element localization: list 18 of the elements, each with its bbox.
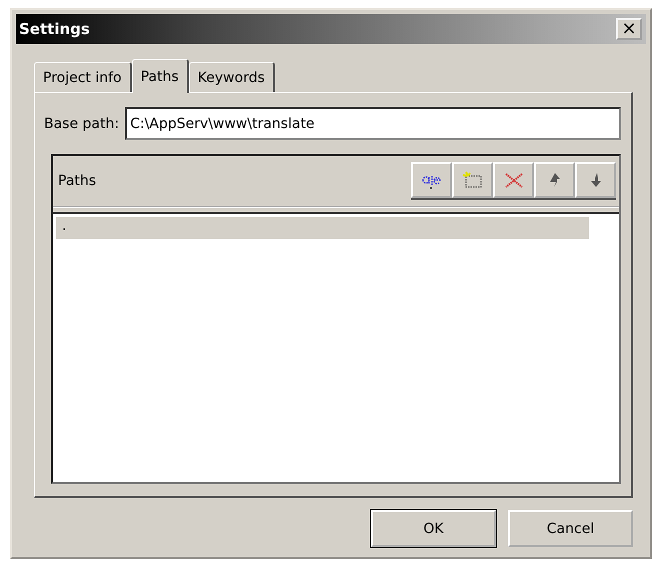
- tab[interactable]: Paths: [132, 59, 189, 93]
- spellcheck-button[interactable]: [411, 162, 452, 198]
- base-path-label: Base path:: [44, 116, 120, 132]
- ok-button[interactable]: OK: [371, 510, 496, 547]
- close-button[interactable]: ×: [616, 18, 642, 40]
- tab[interactable]: Project info: [34, 62, 132, 92]
- down-arrow-icon: [588, 171, 602, 189]
- list-item[interactable]: .: [56, 217, 589, 239]
- paths-title: Paths: [58, 173, 96, 189]
- up-arrow-button[interactable]: [534, 162, 575, 198]
- down-arrow-button[interactable]: [575, 162, 616, 198]
- tab[interactable]: Keywords: [188, 62, 275, 92]
- delete-icon: [502, 171, 524, 189]
- window-title: Settings: [19, 20, 90, 38]
- new-folder-icon: [462, 171, 484, 189]
- cancel-button[interactable]: Cancel: [508, 510, 633, 547]
- delete-button[interactable]: [493, 162, 534, 198]
- base-path-field[interactable]: C:\AppServ\www\translate: [125, 107, 621, 140]
